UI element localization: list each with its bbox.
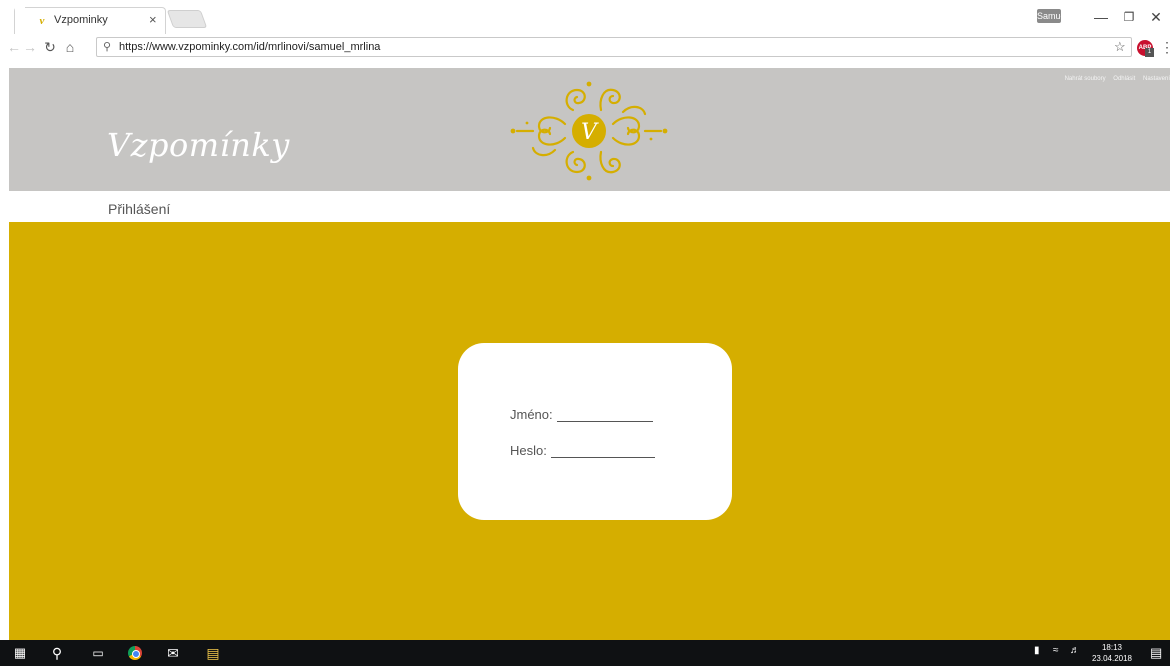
password-label: Heslo: xyxy=(510,443,547,458)
clock[interactable]: 18:13 23.04.2018 xyxy=(1090,642,1134,664)
login-card: Jméno: Heslo: xyxy=(458,343,732,520)
windows-start-icon[interactable]: ▦ xyxy=(12,644,28,662)
password-field[interactable]: Heslo: xyxy=(510,443,655,458)
volume-icon[interactable]: ♬ xyxy=(1070,645,1080,656)
file-explorer-icon[interactable]: ▤ xyxy=(203,644,223,662)
notifications-icon[interactable]: ▤ xyxy=(1150,645,1162,661)
top-links: Nahrát soubory Odhlásit Nastavení xyxy=(1059,76,1170,82)
emblem-letter: V xyxy=(581,120,599,145)
browser-tab[interactable]: v Vzpominky × xyxy=(14,7,166,34)
profile-badge[interactable]: Samuel xyxy=(1037,9,1068,23)
url-text[interactable]: https://www.vzpominky.com/id/mrlinovi/sa… xyxy=(119,41,380,53)
main-content: Jméno: Heslo: xyxy=(9,222,1170,640)
logout-link[interactable]: Odhlásit xyxy=(1113,76,1135,82)
task-view-icon[interactable]: ▭ xyxy=(89,644,107,662)
name-field[interactable]: Jméno: xyxy=(510,407,653,422)
address-bar[interactable]: ⚲ https://www.vzpominky.com/id/mrlinovi/… xyxy=(96,37,1132,57)
search-icon: ⚲ xyxy=(103,41,112,53)
clock-date: 23.04.2018 xyxy=(1091,654,1133,663)
page-title: Přihlášení xyxy=(108,201,171,217)
clock-time: 18:13 xyxy=(1101,643,1123,652)
name-label: Jméno: xyxy=(510,407,553,422)
subnav-bar: Přihlášení xyxy=(9,191,1170,222)
tab-title: Vzpominky xyxy=(54,14,108,26)
window-minimize-icon[interactable]: — xyxy=(1091,7,1111,27)
password-input[interactable] xyxy=(550,446,655,458)
chrome-icon[interactable] xyxy=(126,644,144,662)
battery-icon[interactable]: ▮ xyxy=(1034,645,1040,656)
browser-tab-bar: v Vzpominky × Samuel — ❐ ✕ xyxy=(0,0,1170,34)
settings-link[interactable]: Nastavení xyxy=(1143,76,1170,82)
site-favicon-icon: v xyxy=(39,15,45,27)
browser-menu-icon[interactable]: ⋮ xyxy=(1160,38,1170,56)
tab-close-icon[interactable]: × xyxy=(149,12,157,28)
extension-badge: 1 xyxy=(1145,48,1154,57)
back-arrow-icon[interactable]: ← xyxy=(6,38,22,56)
home-icon[interactable]: ⌂ xyxy=(62,38,78,56)
window-restore-icon[interactable]: ❐ xyxy=(1119,7,1139,27)
forward-arrow-icon[interactable]: → xyxy=(22,38,38,56)
site-header: Vzpomínky V Nahrát soubory Odhlásit Nast… xyxy=(9,68,1170,191)
window-close-icon[interactable]: ✕ xyxy=(1146,7,1166,27)
new-tab-button[interactable] xyxy=(166,10,208,28)
ornament-emblem-icon: V xyxy=(510,81,668,181)
name-input[interactable] xyxy=(556,410,653,422)
mail-icon[interactable]: ✉ xyxy=(163,644,183,662)
upload-files-link[interactable]: Nahrát soubory xyxy=(1065,76,1106,82)
taskbar: ▦ ⚲ ▭ ✉ ▤ ▮ ≈ ♬ 18:13 23.04.2018 ▤ xyxy=(0,640,1170,666)
wifi-icon[interactable]: ≈ xyxy=(1053,645,1059,656)
bookmark-star-icon[interactable]: ☆ xyxy=(1114,39,1126,55)
search-icon[interactable]: ⚲ xyxy=(48,644,66,662)
browser-toolbar: ← → ↻ ⌂ ⚲ https://www.vzpominky.com/id/m… xyxy=(0,34,1170,60)
site-logo[interactable]: Vzpomínky xyxy=(107,126,290,164)
reload-icon[interactable]: ↻ xyxy=(42,38,58,56)
